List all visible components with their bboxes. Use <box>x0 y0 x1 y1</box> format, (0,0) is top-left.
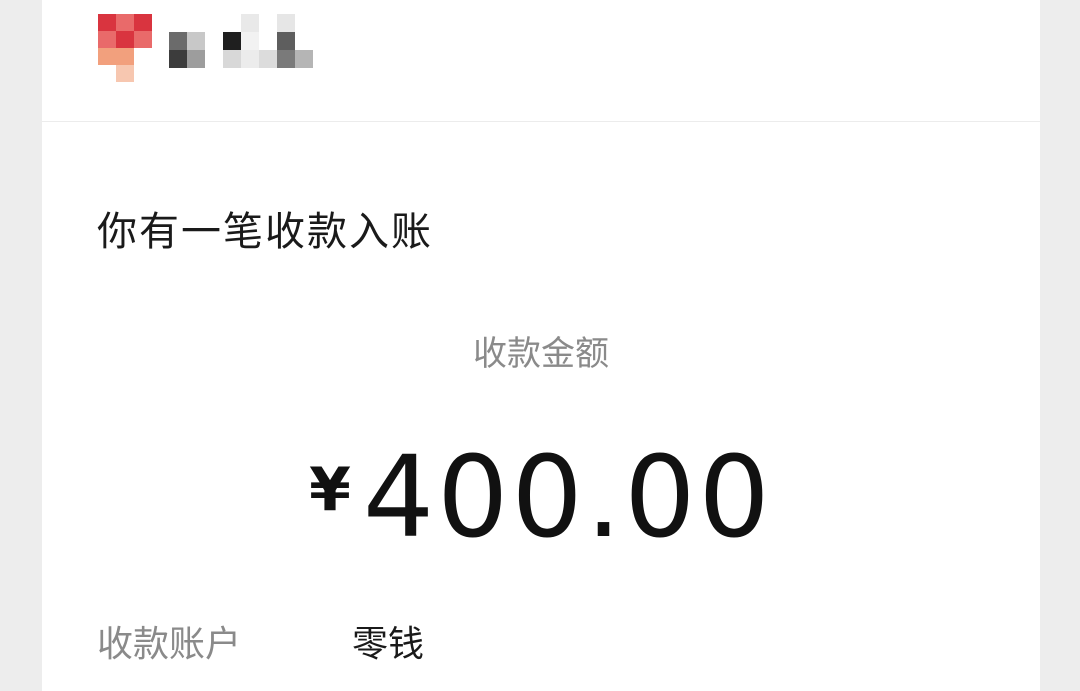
name-pixel <box>187 50 205 68</box>
avatar-pixel <box>98 31 116 48</box>
avatar-pixel <box>98 65 116 82</box>
payment-amount: ¥400.00 <box>42 425 1040 596</box>
name-pixel <box>205 50 223 68</box>
avatar-pixel <box>116 65 134 82</box>
avatar-pixel <box>98 48 116 65</box>
name-pixel <box>169 32 187 50</box>
pixelated-sender-name <box>169 14 313 68</box>
avatar-pixel <box>134 65 152 82</box>
avatar-pixel <box>134 31 152 48</box>
avatar-pixel <box>116 48 134 65</box>
amount-value: 400.00 <box>362 433 773 563</box>
name-pixel <box>187 14 205 32</box>
avatar-pixel <box>116 14 134 31</box>
name-pixel <box>259 14 277 32</box>
name-pixel <box>259 50 277 68</box>
name-pixel <box>169 14 187 32</box>
payment-notification-card: 你有一笔收款入账 收款金额 ¥400.00 收款账户 零钱 <box>42 0 1040 691</box>
name-pixel <box>223 14 241 32</box>
name-pixel <box>187 32 205 50</box>
name-pixel <box>277 14 295 32</box>
name-pixel <box>241 50 259 68</box>
name-pixel <box>241 32 259 50</box>
name-pixel <box>205 14 223 32</box>
pixelated-avatar-icon <box>98 14 152 82</box>
name-pixel <box>223 50 241 68</box>
avatar-pixel <box>116 31 134 48</box>
receiving-account-row: 收款账户 零钱 <box>97 620 424 670</box>
account-label: 收款账户 <box>97 624 242 665</box>
notification-title: 你有一笔收款入账 <box>97 209 433 255</box>
avatar-pixel <box>134 14 152 31</box>
name-pixel <box>295 32 313 50</box>
name-pixel <box>295 50 313 68</box>
sender-header <box>42 0 1040 122</box>
name-pixel <box>223 32 241 50</box>
name-pixel <box>295 14 313 32</box>
name-pixel <box>169 50 187 68</box>
currency-symbol: ¥ <box>309 455 351 525</box>
name-pixel <box>241 14 259 32</box>
avatar-pixel <box>134 48 152 65</box>
name-pixel <box>277 32 295 50</box>
amount-label: 收款金额 <box>473 334 609 374</box>
account-value: 零钱 <box>352 624 425 665</box>
name-pixel <box>259 32 277 50</box>
avatar-pixel <box>98 14 116 31</box>
name-pixel <box>277 50 295 68</box>
name-pixel <box>205 32 223 50</box>
